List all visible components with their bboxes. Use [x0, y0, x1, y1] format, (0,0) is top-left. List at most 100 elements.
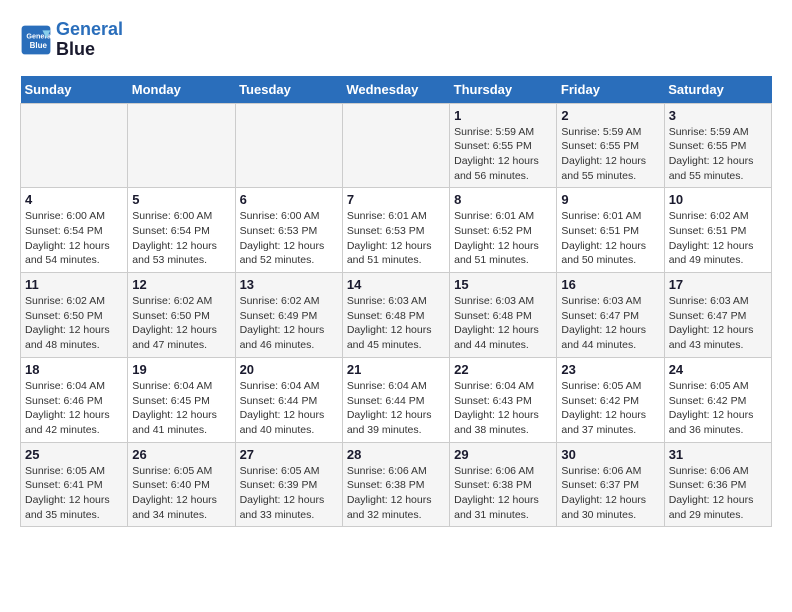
- day-info: Sunrise: 6:05 AMSunset: 6:39 PMDaylight:…: [240, 464, 338, 523]
- calendar-day-24: 24 Sunrise: 6:05 AMSunset: 6:42 PMDayligh…: [664, 357, 771, 442]
- day-info: Sunrise: 6:04 AMSunset: 6:44 PMDaylight:…: [347, 379, 445, 438]
- calendar-header-thursday: Thursday: [450, 76, 557, 104]
- day-info: Sunrise: 6:01 AMSunset: 6:53 PMDaylight:…: [347, 209, 445, 268]
- day-number: 23: [561, 362, 659, 377]
- day-info: Sunrise: 6:03 AMSunset: 6:47 PMDaylight:…: [561, 294, 659, 353]
- day-info: Sunrise: 6:00 AMSunset: 6:53 PMDaylight:…: [240, 209, 338, 268]
- calendar-day-23: 23 Sunrise: 6:05 AMSunset: 6:42 PMDayligh…: [557, 357, 664, 442]
- day-info: Sunrise: 6:01 AMSunset: 6:52 PMDaylight:…: [454, 209, 552, 268]
- day-info: Sunrise: 6:06 AMSunset: 6:36 PMDaylight:…: [669, 464, 767, 523]
- day-number: 12: [132, 277, 230, 292]
- calendar-day-8: 8 Sunrise: 6:01 AMSunset: 6:52 PMDaylight…: [450, 188, 557, 273]
- day-number: 27: [240, 447, 338, 462]
- calendar-day-4: 4 Sunrise: 6:00 AMSunset: 6:54 PMDaylight…: [21, 188, 128, 273]
- day-number: 1: [454, 108, 552, 123]
- calendar-day-empty: [21, 103, 128, 188]
- calendar-header-tuesday: Tuesday: [235, 76, 342, 104]
- calendar-day-30: 30 Sunrise: 6:06 AMSunset: 6:37 PMDayligh…: [557, 442, 664, 527]
- calendar-day-14: 14 Sunrise: 6:03 AMSunset: 6:48 PMDayligh…: [342, 273, 449, 358]
- calendar-day-20: 20Sunrise: 6:04 AMSunset: 6:44 PMDayligh…: [235, 357, 342, 442]
- day-number: 5: [132, 192, 230, 207]
- calendar-week-row: 1 Sunrise: 5:59 AMSunset: 6:55 PMDaylight…: [21, 103, 772, 188]
- day-info: Sunrise: 6:04 AMSunset: 6:45 PMDaylight:…: [132, 379, 230, 438]
- calendar-week-row: 25Sunrise: 6:05 AMSunset: 6:41 PMDayligh…: [21, 442, 772, 527]
- calendar-week-row: 11 Sunrise: 6:02 AMSunset: 6:50 PMDayligh…: [21, 273, 772, 358]
- day-info: Sunrise: 6:02 AMSunset: 6:50 PMDaylight:…: [132, 294, 230, 353]
- calendar-day-3: 3 Sunrise: 5:59 AMSunset: 6:55 PMDaylight…: [664, 103, 771, 188]
- calendar-day-10: 10 Sunrise: 6:02 AMSunset: 6:51 PMDayligh…: [664, 188, 771, 273]
- calendar-day-15: 15 Sunrise: 6:03 AMSunset: 6:48 PMDayligh…: [450, 273, 557, 358]
- calendar-day-6: 6 Sunrise: 6:00 AMSunset: 6:53 PMDaylight…: [235, 188, 342, 273]
- day-info: Sunrise: 6:06 AMSunset: 6:37 PMDaylight:…: [561, 464, 659, 523]
- day-info: Sunrise: 5:59 AMSunset: 6:55 PMDaylight:…: [454, 125, 552, 184]
- logo-icon: General Blue: [20, 24, 52, 56]
- day-number: 19: [132, 362, 230, 377]
- day-number: 10: [669, 192, 767, 207]
- calendar-header-row: SundayMondayTuesdayWednesdayThursdayFrid…: [21, 76, 772, 104]
- day-number: 13: [240, 277, 338, 292]
- svg-text:Blue: Blue: [30, 41, 48, 50]
- day-number: 2: [561, 108, 659, 123]
- calendar-header-saturday: Saturday: [664, 76, 771, 104]
- day-number: 22: [454, 362, 552, 377]
- calendar-day-11: 11 Sunrise: 6:02 AMSunset: 6:50 PMDayligh…: [21, 273, 128, 358]
- day-info: Sunrise: 6:02 AMSunset: 6:49 PMDaylight:…: [240, 294, 338, 353]
- calendar-day-28: 28 Sunrise: 6:06 AMSunset: 6:38 PMDayligh…: [342, 442, 449, 527]
- day-info: Sunrise: 5:59 AMSunset: 6:55 PMDaylight:…: [669, 125, 767, 184]
- day-number: 31: [669, 447, 767, 462]
- day-number: 25: [25, 447, 123, 462]
- day-number: 20: [240, 362, 338, 377]
- calendar-day-31: 31 Sunrise: 6:06 AMSunset: 6:36 PMDayligh…: [664, 442, 771, 527]
- day-info: Sunrise: 6:03 AMSunset: 6:48 PMDaylight:…: [454, 294, 552, 353]
- day-number: 14: [347, 277, 445, 292]
- day-info: Sunrise: 6:05 AMSunset: 6:42 PMDaylight:…: [561, 379, 659, 438]
- day-info: Sunrise: 6:06 AMSunset: 6:38 PMDaylight:…: [454, 464, 552, 523]
- day-number: 15: [454, 277, 552, 292]
- day-number: 3: [669, 108, 767, 123]
- day-number: 4: [25, 192, 123, 207]
- calendar-week-row: 18Sunrise: 6:04 AMSunset: 6:46 PMDayligh…: [21, 357, 772, 442]
- calendar-header-sunday: Sunday: [21, 76, 128, 104]
- calendar-day-19: 19 Sunrise: 6:04 AMSunset: 6:45 PMDayligh…: [128, 357, 235, 442]
- day-info: Sunrise: 6:06 AMSunset: 6:38 PMDaylight:…: [347, 464, 445, 523]
- day-info: Sunrise: 6:03 AMSunset: 6:47 PMDaylight:…: [669, 294, 767, 353]
- day-number: 11: [25, 277, 123, 292]
- day-number: 28: [347, 447, 445, 462]
- day-number: 7: [347, 192, 445, 207]
- calendar-day-13: 13 Sunrise: 6:02 AMSunset: 6:49 PMDayligh…: [235, 273, 342, 358]
- day-number: 24: [669, 362, 767, 377]
- calendar-day-empty: [235, 103, 342, 188]
- calendar-day-17: 17Sunrise: 6:03 AMSunset: 6:47 PMDayligh…: [664, 273, 771, 358]
- day-info: Sunrise: 6:05 AMSunset: 6:40 PMDaylight:…: [132, 464, 230, 523]
- calendar-day-29: 29Sunrise: 6:06 AMSunset: 6:38 PMDayligh…: [450, 442, 557, 527]
- day-number: 21: [347, 362, 445, 377]
- day-info: Sunrise: 5:59 AMSunset: 6:55 PMDaylight:…: [561, 125, 659, 184]
- day-info: Sunrise: 6:00 AMSunset: 6:54 PMDaylight:…: [25, 209, 123, 268]
- logo: General Blue GeneralBlue: [20, 20, 123, 60]
- calendar-day-7: 7 Sunrise: 6:01 AMSunset: 6:53 PMDaylight…: [342, 188, 449, 273]
- day-info: Sunrise: 6:03 AMSunset: 6:48 PMDaylight:…: [347, 294, 445, 353]
- day-info: Sunrise: 6:00 AMSunset: 6:54 PMDaylight:…: [132, 209, 230, 268]
- calendar-week-row: 4 Sunrise: 6:00 AMSunset: 6:54 PMDaylight…: [21, 188, 772, 273]
- calendar-day-18: 18Sunrise: 6:04 AMSunset: 6:46 PMDayligh…: [21, 357, 128, 442]
- calendar-day-12: 12 Sunrise: 6:02 AMSunset: 6:50 PMDayligh…: [128, 273, 235, 358]
- calendar-day-21: 21 Sunrise: 6:04 AMSunset: 6:44 PMDayligh…: [342, 357, 449, 442]
- calendar-day-1: 1 Sunrise: 5:59 AMSunset: 6:55 PMDaylight…: [450, 103, 557, 188]
- day-number: 26: [132, 447, 230, 462]
- calendar-header-friday: Friday: [557, 76, 664, 104]
- day-info: Sunrise: 6:01 AMSunset: 6:51 PMDaylight:…: [561, 209, 659, 268]
- calendar-day-22: 22Sunrise: 6:04 AMSunset: 6:43 PMDayligh…: [450, 357, 557, 442]
- calendar-day-5: 5 Sunrise: 6:00 AMSunset: 6:54 PMDaylight…: [128, 188, 235, 273]
- calendar-day-27: 27 Sunrise: 6:05 AMSunset: 6:39 PMDayligh…: [235, 442, 342, 527]
- day-info: Sunrise: 6:02 AMSunset: 6:51 PMDaylight:…: [669, 209, 767, 268]
- day-number: 16: [561, 277, 659, 292]
- day-number: 6: [240, 192, 338, 207]
- logo-text: GeneralBlue: [56, 20, 123, 60]
- day-info: Sunrise: 6:05 AMSunset: 6:42 PMDaylight:…: [669, 379, 767, 438]
- calendar-header-wednesday: Wednesday: [342, 76, 449, 104]
- calendar-day-26: 26 Sunrise: 6:05 AMSunset: 6:40 PMDayligh…: [128, 442, 235, 527]
- page-header: General Blue GeneralBlue: [20, 20, 772, 60]
- day-number: 30: [561, 447, 659, 462]
- day-info: Sunrise: 6:02 AMSunset: 6:50 PMDaylight:…: [25, 294, 123, 353]
- day-number: 8: [454, 192, 552, 207]
